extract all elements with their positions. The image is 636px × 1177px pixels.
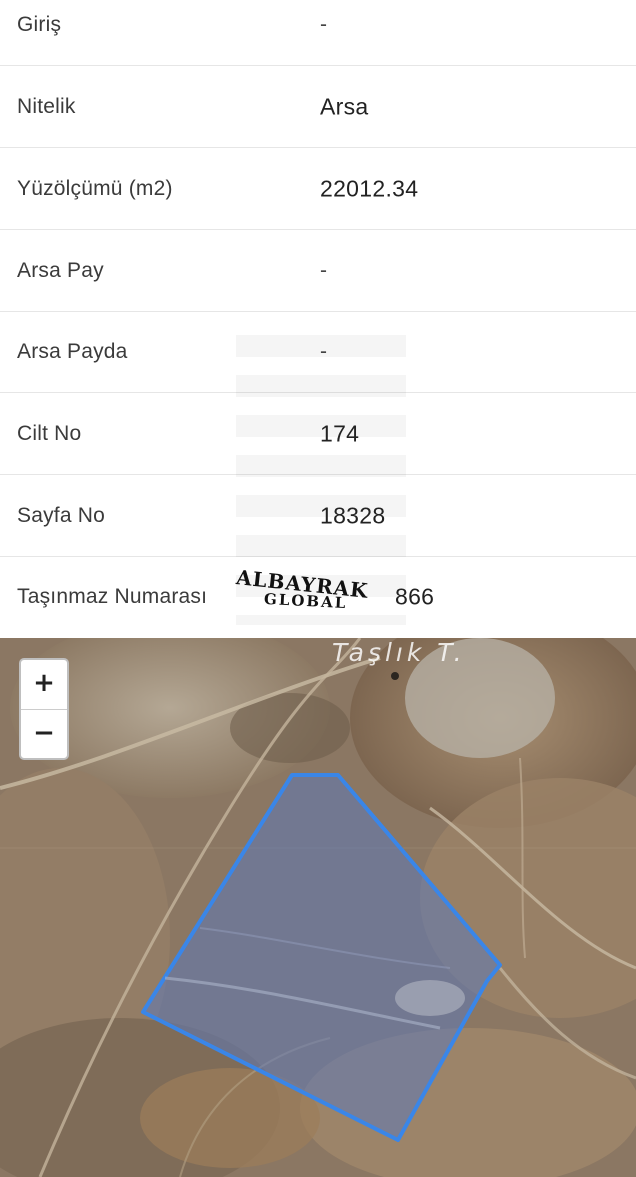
watermark-logo: ALBAYRAK GLOBAL: [232, 565, 402, 620]
row-label: Nitelik: [17, 94, 76, 118]
row-giris: Giriş -: [0, 0, 636, 66]
row-value: Arsa: [320, 93, 369, 119]
zoom-in-button[interactable]: +: [21, 660, 67, 710]
row-value: 22012.34: [320, 175, 419, 201]
row-label: Arsa Payda: [17, 339, 128, 363]
satellite-map[interactable]: Taşlık T. + −: [0, 638, 636, 1177]
row-yuzolcumu: Yüzölçümü (m2) 22012.34: [0, 148, 636, 230]
row-label: Arsa Pay: [17, 258, 104, 282]
row-nitelik: Nitelik Arsa: [0, 66, 636, 148]
row-arsa-pay: Arsa Pay -: [0, 230, 636, 312]
row-label: Giriş: [17, 12, 62, 36]
watermark-sub-text: GLOBAL: [263, 589, 348, 613]
zoom-out-button[interactable]: −: [21, 710, 67, 758]
row-label: Yüzölçümü (m2): [17, 176, 173, 200]
satellite-imagery: [0, 638, 636, 1177]
row-value: -: [320, 12, 328, 36]
row-label: Sayfa No: [17, 503, 105, 527]
zoom-control: + −: [19, 658, 69, 760]
row-value: -: [320, 258, 328, 282]
row-label: Cilt No: [17, 421, 82, 445]
map-place-label: Taşlık T.: [332, 638, 466, 667]
row-label: Taşınmaz Numarası: [17, 585, 208, 608]
